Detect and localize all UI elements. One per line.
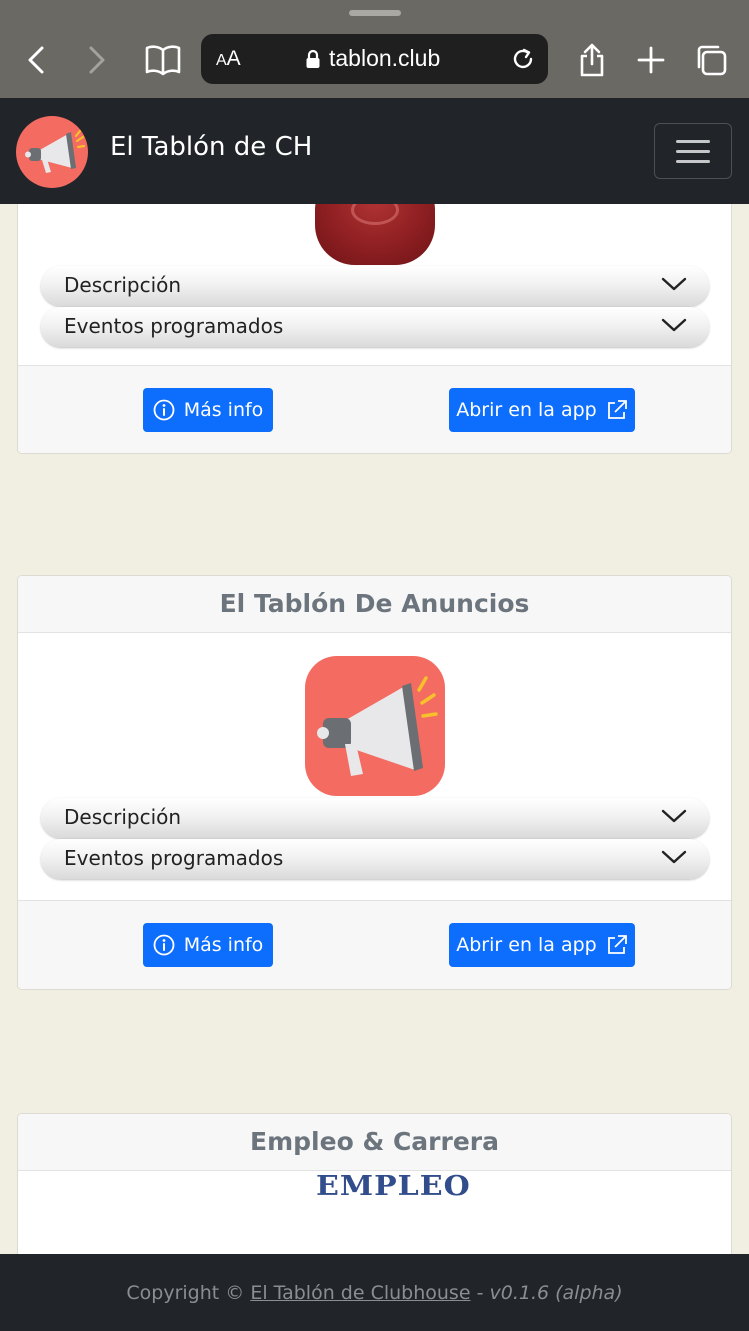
sheet-grabber[interactable] [349,10,401,16]
lock-icon [306,49,320,68]
chevron-down-icon [661,850,687,864]
tabs-overview-icon[interactable] [689,38,733,82]
club-image-text: EMPLEO [316,1170,471,1203]
card-footer: Más info Abrir en la app [18,900,731,989]
site-navbar: El Tablón de CH [0,98,749,204]
club-image [315,204,435,265]
reload-icon[interactable] [510,46,536,72]
open-in-app-button[interactable]: Abrir en la app [449,388,635,432]
footer-link[interactable]: El Tablón de Clubhouse [250,1282,470,1304]
text-size-button[interactable]: AA [216,47,241,71]
chevron-down-icon [661,809,687,823]
menu-toggle-button[interactable] [654,123,732,179]
share-icon[interactable] [570,38,614,82]
club-card: El Tablón De Anuncios Descripción Evento… [17,575,732,990]
club-card: Descripción Eventos programados Más info… [17,204,732,454]
external-link-icon [607,935,627,954]
address-bar[interactable]: AA tablon.club [201,34,548,84]
copyright-text: Copyright © [126,1282,245,1304]
more-info-button[interactable]: Más info [143,388,273,432]
accordion-events[interactable]: Eventos programados [41,839,709,879]
info-icon [153,399,175,421]
external-link-icon [607,400,627,419]
card-footer: Más info Abrir en la app [18,365,731,453]
back-icon[interactable] [15,38,59,82]
more-info-button[interactable]: Más info [143,923,273,967]
accordion-events[interactable]: Eventos programados [41,307,709,347]
club-list: Descripción Eventos programados Más info… [0,204,749,1254]
accordion-description[interactable]: Descripción [41,798,709,838]
bookmarks-icon[interactable] [141,38,185,82]
club-card: Empleo & Carrera EMPLEO [17,1113,732,1254]
browser-toolbar: AA tablon.club [0,0,749,98]
accordion-description[interactable]: Descripción [41,266,709,306]
new-tab-icon[interactable] [629,38,673,82]
card-body: Descripción Eventos programados [18,633,731,900]
megaphone-club-icon [305,656,445,796]
megaphone-logo-icon[interactable] [16,116,88,188]
card-title: Empleo & Carrera [18,1114,731,1171]
site-brand[interactable]: El Tablón de CH [110,132,312,162]
forward-icon[interactable] [74,38,118,82]
footer-separator: - [476,1282,484,1304]
chevron-down-icon [661,318,687,332]
url-text: tablon.club [329,45,441,71]
chevron-down-icon [661,277,687,291]
info-icon [153,934,175,956]
site-footer: Copyright © El Tablón de Clubhouse - v0.… [0,1254,749,1331]
version-text: v0.1.6 (alpha) [489,1282,623,1304]
open-in-app-button[interactable]: Abrir en la app [449,923,635,967]
card-title: El Tablón De Anuncios [18,576,731,633]
